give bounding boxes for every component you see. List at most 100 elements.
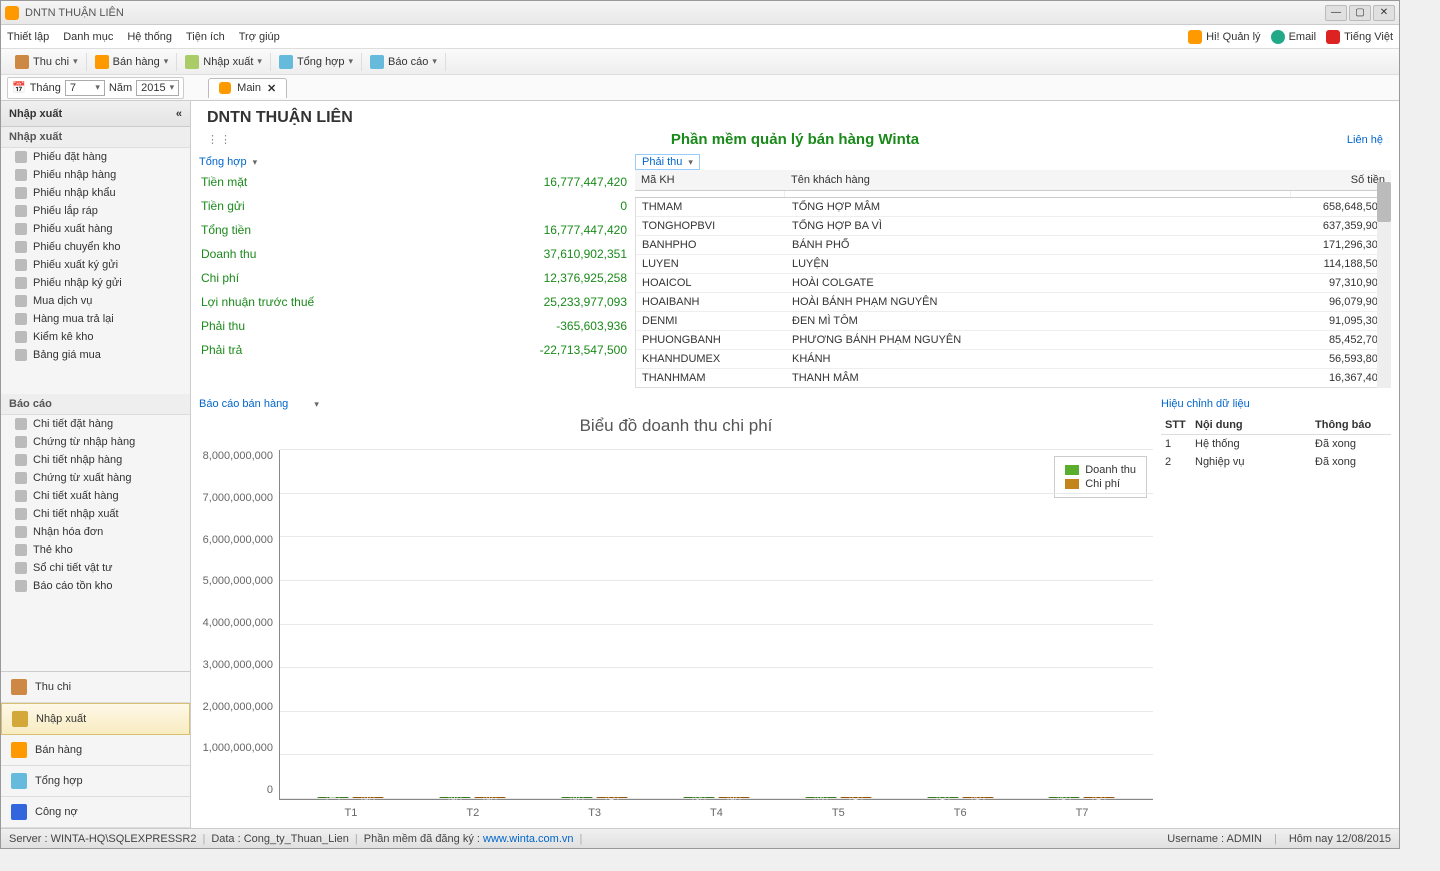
email-link[interactable]: Email	[1271, 30, 1317, 44]
table-row[interactable]: HOAICOLHOÀI COLGATE97,310,900	[636, 274, 1390, 293]
menu-danh-mục[interactable]: Danh mục	[63, 31, 113, 43]
sidebar-item[interactable]: Sổ chi tiết vật tư	[1, 559, 190, 577]
scrollbar[interactable]	[1377, 182, 1391, 388]
col-thongbao: Thông báo	[1311, 416, 1391, 434]
sidebar-nav-tổng-hợp[interactable]: Tổng hợp	[1, 766, 190, 797]
menu-tiện-ích[interactable]: Tiện ích	[186, 31, 225, 43]
status-user: Username : ADMIN	[1167, 833, 1262, 845]
x-tick: T6	[920, 807, 1000, 819]
sidebar-item[interactable]: Chi tiết đặt hàng	[1, 415, 190, 433]
menu-thiết-lập[interactable]: Thiết lập	[7, 31, 49, 43]
doc-icon	[15, 259, 27, 271]
sidebar-item[interactable]: Nhận hóa đơn	[1, 523, 190, 541]
sidebar-item[interactable]: Chứng từ nhập hàng	[1, 433, 190, 451]
sidebar-item[interactable]: Báo cáo tồn kho	[1, 577, 190, 595]
hi-user[interactable]: Hi! Quản lý	[1188, 30, 1260, 44]
menu-hệ-thống[interactable]: Hệ thống	[127, 31, 172, 43]
status-row: 2Nghiệp vụĐã xong	[1161, 453, 1391, 471]
table-row[interactable]: TONGHOPBVITỔNG HỢP BA VÌ637,359,900	[636, 217, 1390, 236]
y-tick: 6,000,000,000	[203, 534, 273, 546]
sidebar-item[interactable]: Kiểm kê kho	[1, 328, 190, 346]
date-tab-bar: 📅 Tháng 7▾ Năm 2015▾ Main ✕	[1, 75, 1399, 101]
table-row[interactable]: THMAMTỔNG HỢP MÂM658,648,500	[636, 198, 1390, 217]
status-data: Data : Cong_ty_Thuan_Lien	[211, 833, 349, 845]
sidebar-group-nhapxuat[interactable]: Nhập xuất	[1, 127, 190, 148]
doc-icon	[15, 223, 27, 235]
sidebar-item[interactable]: Phiếu lắp ráp	[1, 202, 190, 220]
table-row[interactable]: BANHPHOBÁNH PHỐ171,296,300	[636, 236, 1390, 255]
year-select[interactable]: 2015▾	[136, 80, 179, 96]
sidebar-item[interactable]: Phiếu đặt hàng	[1, 148, 190, 166]
sidebar-item[interactable]: Mua dịch vụ	[1, 292, 190, 310]
tab-main[interactable]: Main ✕	[208, 78, 287, 98]
sidebar-item[interactable]: Phiếu nhập khẩu	[1, 184, 190, 202]
table-row[interactable]: PHUONGBANHPHƯƠNG BÁNH PHẠM NGUYÊN85,452,…	[636, 331, 1390, 350]
toolbar-báo-cáo[interactable]: Báo cáo▾	[362, 53, 446, 71]
filter-tien[interactable]	[1291, 191, 1391, 197]
month-select[interactable]: 7▾	[65, 80, 105, 96]
toolbar-thu-chi[interactable]: Thu chi▾	[7, 53, 87, 71]
nav-icon	[11, 679, 27, 695]
nav-icon	[11, 804, 27, 820]
sidebar-item[interactable]: Chi tiết xuất hàng	[1, 487, 190, 505]
sidebar-item[interactable]: Phiếu xuất ký gửi	[1, 256, 190, 274]
close-button[interactable]: ✕	[1373, 5, 1395, 21]
table-row[interactable]: LUYENLUYỆN114,188,500	[636, 255, 1390, 274]
x-tick: T7	[1042, 807, 1122, 819]
toolbar-tổng-hợp[interactable]: Tổng hợp▾	[271, 53, 362, 71]
table-row[interactable]: THANHMAMTHANH MÂM16,367,400	[636, 369, 1390, 388]
hieuchinh-link[interactable]: Hiệu chỉnh dữ liệu	[1161, 396, 1391, 416]
statusbar: Server : WINTA-HQ\SQLEXPRESSR2| Data : C…	[1, 828, 1399, 848]
summary-row: Phải thu-365,603,936	[199, 314, 629, 338]
sidebar-item[interactable]: Chi tiết nhập hàng	[1, 451, 190, 469]
nav-icon	[11, 773, 27, 789]
tab-label: Main	[237, 82, 261, 94]
doc-icon	[15, 349, 27, 361]
sidebar-item[interactable]: Bảng giá mua	[1, 346, 190, 364]
nav-icon	[12, 711, 28, 727]
summary-row: Tiền gửi0	[199, 194, 629, 218]
menu-trợ-giúp[interactable]: Trợ giúp	[239, 31, 280, 43]
phaithu-dropdown[interactable]: Phải thu▾	[635, 154, 700, 170]
date-picker[interactable]: 📅 Tháng 7▾ Năm 2015▾	[7, 77, 184, 99]
scrollbar-thumb[interactable]	[1377, 182, 1391, 222]
table-row[interactable]: HOAIBANHHOÀI BÁNH PHẠM NGUYÊN96,079,900	[636, 293, 1390, 312]
tab-close-button[interactable]: ✕	[267, 82, 276, 95]
collapse-icon[interactable]: «	[176, 108, 182, 120]
titlebar: DNTN THUẬN LIÊN — ▢ ✕	[1, 1, 1399, 25]
sidebar-item[interactable]: Phiếu xuất hàng	[1, 220, 190, 238]
sidebar-item[interactable]: Hàng mua trả lại	[1, 310, 190, 328]
contact-link[interactable]: Liên hệ	[1347, 134, 1383, 146]
sidebar-item[interactable]: Chi tiết nhập xuất	[1, 505, 190, 523]
language-label: Tiếng Việt	[1344, 31, 1393, 43]
toolbar-nhập-xuất[interactable]: Nhập xuất▾	[177, 53, 271, 71]
sidebar-nav-bán-hàng[interactable]: Bán hàng	[1, 735, 190, 766]
sidebar-group-baocao[interactable]: Báo cáo	[1, 394, 190, 415]
app-subtitle: Phần mềm quản lý bán hàng Winta	[671, 131, 919, 148]
language-selector[interactable]: Tiếng Việt	[1326, 30, 1393, 44]
sidebar-item[interactable]: Thẻ kho	[1, 541, 190, 559]
col-tien-header[interactable]: Số tiền	[1291, 170, 1391, 190]
sidebar-item[interactable]: Phiếu chuyển kho	[1, 238, 190, 256]
filter-ma[interactable]	[635, 191, 785, 197]
maximize-button[interactable]: ▢	[1349, 5, 1371, 21]
sidebar-nav-nhập-xuất[interactable]: Nhập xuất	[1, 703, 190, 735]
sidebar-item[interactable]: Phiếu nhập ký gửi	[1, 274, 190, 292]
minimize-button[interactable]: —	[1325, 5, 1347, 21]
menu-dots-icon[interactable]: ⋮⋮	[207, 133, 233, 146]
sidebar-item[interactable]: Phiếu nhập hàng	[1, 166, 190, 184]
sidebar-nav-công-nợ[interactable]: Công nợ	[1, 797, 190, 828]
status-url[interactable]: www.winta.com.vn	[483, 833, 573, 845]
filter-ten[interactable]	[785, 191, 1291, 197]
customer-table-header: Mã KH Tên khách hàng Số tiền	[635, 170, 1391, 191]
sidebar-item[interactable]: Chứng từ xuất hàng	[1, 469, 190, 487]
tonghop-dropdown[interactable]: Tổng hợp▾	[199, 154, 257, 170]
toolbar-bán-hàng[interactable]: Bán hàng▾	[87, 53, 178, 71]
table-row[interactable]: KHANHDUMEXKHÁNH56,593,800	[636, 350, 1390, 369]
col-ma-header[interactable]: Mã KH	[635, 170, 785, 190]
col-noidung: Nội dung	[1191, 416, 1311, 434]
col-ten-header[interactable]: Tên khách hàng	[785, 170, 1291, 190]
table-row[interactable]: DENMIĐEN MÌ TÔM91,095,300	[636, 312, 1390, 331]
sidebar-nav-thu-chi[interactable]: Thu chi	[1, 672, 190, 703]
baocao-dropdown[interactable]: Báo cáo bán hàng▾	[199, 396, 1153, 412]
